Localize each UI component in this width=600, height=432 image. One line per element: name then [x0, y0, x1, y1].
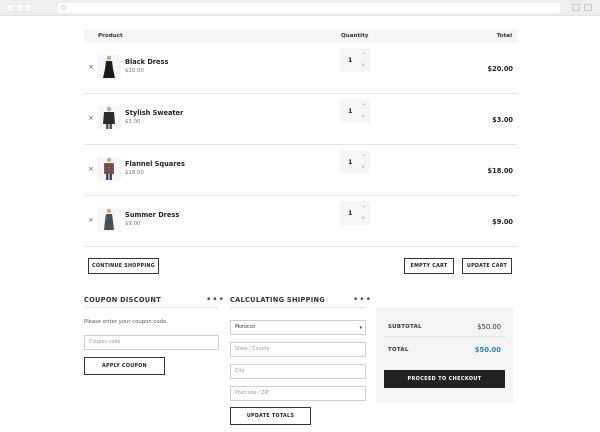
city-input[interactable]: City: [230, 364, 366, 379]
product-thumbnail[interactable]: [97, 208, 121, 232]
remove-item-icon[interactable]: ×: [88, 63, 94, 71]
window-icon[interactable]: [572, 4, 580, 11]
browser-toolbar: [0, 0, 600, 16]
apply-coupon-button[interactable]: Apply Coupon: [84, 357, 165, 375]
product-thumbnail[interactable]: [97, 106, 121, 130]
product-image-icon: [104, 208, 114, 230]
coupon-description: Please enter your coupon code.: [84, 319, 168, 325]
update-totals-button[interactable]: Update Totals: [230, 407, 311, 425]
address-bar[interactable]: [58, 3, 560, 13]
product-price: $9.00: [125, 221, 141, 227]
product-thumbnail[interactable]: [97, 55, 121, 79]
line-total: $18.00: [487, 167, 513, 175]
country-select[interactable]: Morocco ▾: [230, 320, 366, 335]
window-controls: [8, 5, 31, 10]
maximize-dot-icon[interactable]: [26, 5, 31, 10]
product-name[interactable]: Black Dress: [125, 58, 168, 66]
close-dot-icon[interactable]: [8, 5, 13, 10]
product-price: $20.00: [125, 68, 144, 74]
postcode-input[interactable]: Postcode / ZIP: [230, 386, 366, 401]
product-image-icon: [103, 55, 115, 78]
empty-cart-button[interactable]: Empty Cart: [404, 258, 454, 274]
cart-row: × Summer Dress $9.00 1 ^ v $9.00: [84, 196, 517, 247]
totals-divider: [384, 336, 505, 337]
product-price: $3.00: [125, 119, 141, 125]
cart-row: × Black Dress $20.00 1 ^ v $20.00: [84, 43, 517, 94]
chevron-up-icon[interactable]: ^: [362, 205, 366, 210]
coupon-code-input[interactable]: Coupon code: [84, 335, 219, 350]
product-name[interactable]: Summer Dress: [125, 211, 179, 219]
more-options-icon[interactable]: •••: [353, 296, 372, 305]
section-divider: [84, 307, 219, 308]
column-header-total: Total: [496, 33, 512, 39]
cart-row: × Stylish Sweater $3.00 1 ^ v $3.00: [84, 94, 517, 145]
quantity-value[interactable]: 1: [348, 209, 352, 217]
quantity-stepper[interactable]: 1 ^ v: [340, 99, 370, 123]
coupon-title: Coupon Discount: [84, 296, 162, 304]
product-name[interactable]: Flannel Squares: [125, 160, 185, 168]
country-select-value: Morocco: [235, 325, 256, 330]
proceed-to-checkout-button[interactable]: Proceed to Checkout: [384, 370, 505, 388]
search-icon: [61, 5, 66, 10]
subtotal-value: $50.00: [477, 323, 501, 331]
line-total: $3.00: [492, 116, 513, 124]
product-image-icon: [103, 106, 115, 129]
window-icon[interactable]: [584, 4, 592, 11]
quantity-value[interactable]: 1: [348, 56, 352, 64]
total-value: $50.00: [474, 346, 501, 354]
product-thumbnail[interactable]: [97, 157, 121, 181]
continue-shopping-button[interactable]: Continue Shopping: [88, 258, 159, 274]
chevron-down-icon: ▾: [359, 325, 362, 331]
line-total: $9.00: [492, 218, 513, 226]
cart-table-header: Product Quantity Total: [84, 30, 517, 43]
column-header-quantity: Quantity: [341, 33, 369, 39]
total-label: TOTAL: [388, 347, 409, 353]
product-name[interactable]: Stylish Sweater: [125, 109, 183, 117]
remove-item-icon[interactable]: ×: [88, 114, 94, 122]
quantity-value[interactable]: 1: [348, 158, 352, 166]
section-divider: [230, 307, 366, 308]
column-header-product: Product: [98, 33, 123, 39]
quantity-stepper[interactable]: 1 ^ v: [340, 201, 370, 225]
chevron-down-icon[interactable]: v: [362, 164, 364, 169]
product-price: $18.00: [125, 170, 144, 176]
remove-item-icon[interactable]: ×: [88, 165, 94, 173]
chevron-down-icon[interactable]: v: [362, 62, 364, 67]
minimize-dot-icon[interactable]: [17, 5, 22, 10]
chevron-up-icon[interactable]: ^: [362, 154, 366, 159]
chevron-down-icon[interactable]: v: [362, 113, 364, 118]
update-cart-button[interactable]: Update Cart: [462, 258, 512, 274]
quantity-stepper[interactable]: 1 ^ v: [340, 150, 370, 174]
line-total: $20.00: [487, 65, 513, 73]
remove-item-icon[interactable]: ×: [88, 216, 94, 224]
subtotal-label: SUBTOTAL: [388, 324, 422, 330]
quantity-stepper[interactable]: 1 ^ v: [340, 48, 370, 72]
chevron-down-icon[interactable]: v: [362, 215, 364, 220]
shipping-title: Calculating Shipping: [230, 296, 326, 304]
cart-totals-panel: SUBTOTAL $50.00 TOTAL $50.00 Proceed to …: [376, 307, 513, 403]
product-image-icon: [104, 157, 114, 180]
chevron-up-icon[interactable]: ^: [362, 103, 366, 108]
state-county-input[interactable]: State / County: [230, 342, 366, 357]
more-options-icon[interactable]: •••: [206, 296, 225, 305]
cart-row: × Flannel Squares $18.00 1 ^ v $18.00: [84, 145, 517, 196]
quantity-value[interactable]: 1: [348, 107, 352, 115]
chevron-up-icon[interactable]: ^: [362, 52, 366, 57]
